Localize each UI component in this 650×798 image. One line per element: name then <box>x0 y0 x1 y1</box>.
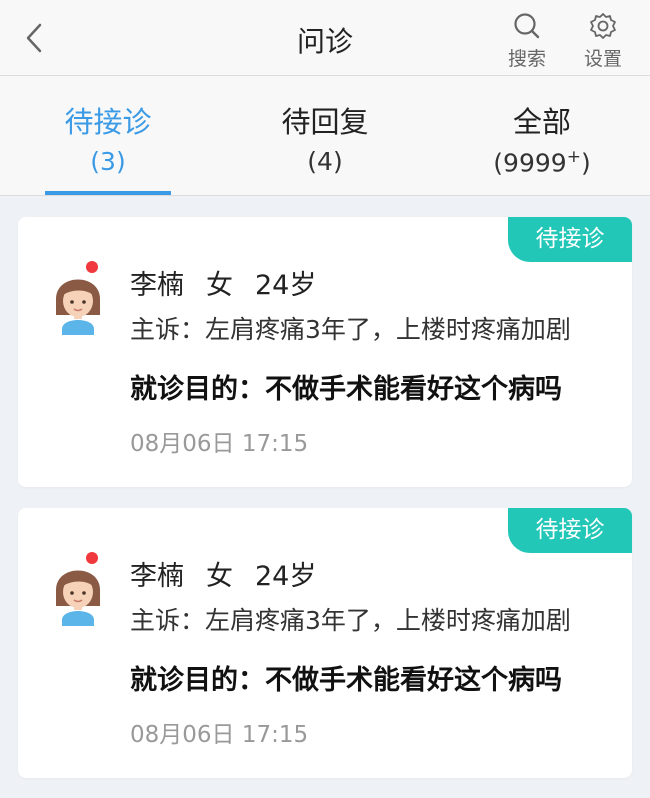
patient-gender: 女 <box>206 270 233 301</box>
patient-name: 李楠 <box>130 270 184 301</box>
app-header: 问诊 搜索 设置 <box>0 0 650 76</box>
tab-count: (9999+) <box>434 147 650 177</box>
settings-button[interactable]: 设置 <box>578 12 628 71</box>
search-label: 搜索 <box>507 48 546 70</box>
tab-count: (3) <box>90 147 126 176</box>
tab-label: 全部 <box>512 105 571 139</box>
visit-purpose: 就诊目的：不做手术能看好这个病吗 <box>130 374 562 405</box>
timestamp: 08月06日 17:15 <box>130 431 309 457</box>
unread-dot <box>86 552 98 564</box>
status-badge: 待接诊 <box>508 217 632 262</box>
page-title: 问诊 <box>296 25 353 58</box>
search-button[interactable]: 搜索 <box>502 12 552 71</box>
patient-age: 24岁 <box>255 270 317 301</box>
patient-info: 李楠女 24岁 <box>130 263 338 302</box>
patient-age: 24岁 <box>255 561 317 592</box>
tab-count-close: ) <box>580 148 591 178</box>
tab-label: 待接诊 <box>64 105 152 139</box>
chief-complaint: 主诉：左肩疼痛3年了，上楼时疼痛加剧 <box>130 606 571 635</box>
gear-icon <box>590 13 616 39</box>
status-tabs: 待接诊 (3) 待回复 (4) 全部 (9999+) <box>0 76 650 196</box>
unread-dot <box>86 261 98 273</box>
female-avatar-icon <box>56 552 100 626</box>
consult-card[interactable]: 待接诊 李楠女 24岁 主诉：左肩疼痛3年了，上楼时疼痛加剧 就诊目的：不做手术能… <box>18 217 632 487</box>
tab-count: (4) <box>307 147 343 176</box>
tab-label: 待回复 <box>281 105 369 139</box>
patient-name: 李楠 <box>130 561 184 592</box>
consult-card[interactable]: 待接诊 李楠女 24岁 主诉：左肩疼痛3年了，上楼时疼痛加剧 就诊目的：不做手术能… <box>18 508 632 778</box>
visit-purpose: 就诊目的：不做手术能看好这个病吗 <box>130 665 562 696</box>
timestamp: 08月06日 17:15 <box>130 722 309 748</box>
status-badge: 待接诊 <box>508 508 632 553</box>
female-avatar-icon <box>56 261 100 335</box>
tab-count-plus: + <box>566 147 581 167</box>
tab-count-number: (9999 <box>493 148 567 178</box>
settings-label: 设置 <box>583 48 622 70</box>
tab-all[interactable]: 全部 (9999+) <box>434 76 650 195</box>
chief-complaint: 主诉：左肩疼痛3年了，上楼时疼痛加剧 <box>130 315 571 344</box>
search-icon <box>514 13 540 39</box>
patient-gender: 女 <box>206 561 233 592</box>
tab-pending-consult[interactable]: 待接诊 (3) <box>0 76 216 195</box>
tab-pending-reply[interactable]: 待回复 (4) <box>217 76 433 195</box>
patient-info: 李楠女 24岁 <box>130 554 338 593</box>
